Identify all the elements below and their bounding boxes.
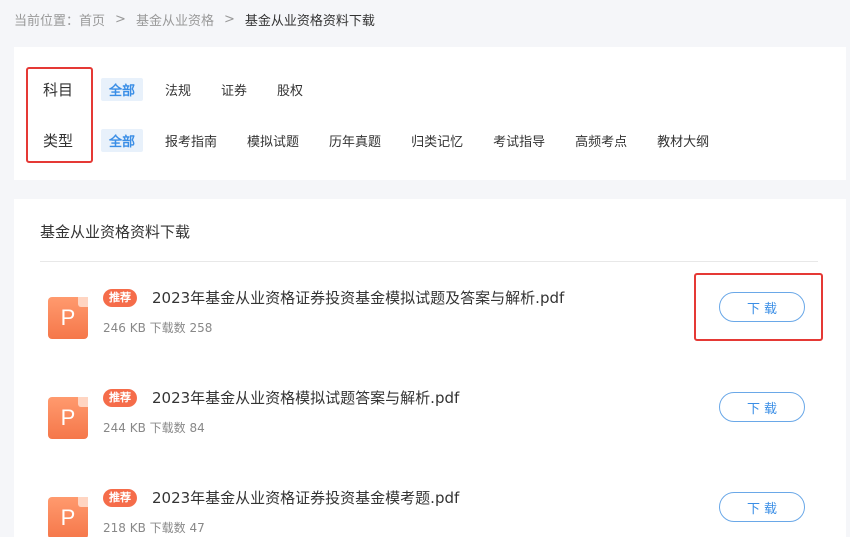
filter-option-subject-equity[interactable]: 股权 (269, 78, 311, 101)
download-button[interactable]: 下载 (719, 392, 805, 422)
filter-option-type-memory[interactable]: 归类记忆 (403, 129, 471, 152)
filter-labels-highlight-box (26, 67, 93, 163)
divider (40, 261, 818, 262)
breadcrumb-category-link[interactable]: 基金从业资格 (136, 10, 214, 29)
file-name[interactable]: 2023年基金从业资格证券投资基金模拟试题及答案与解析.pdf (152, 287, 564, 308)
filter-option-type-mock-test[interactable]: 模拟试题 (239, 129, 307, 152)
recommend-badge: 推荐 (103, 489, 137, 507)
pdf-file-icon: P (48, 497, 88, 537)
file-meta: 246 KB 下载数 258 (103, 321, 213, 335)
breadcrumb-prefix: 当前位置： (14, 13, 80, 29)
filter-option-subject-regulations[interactable]: 法规 (157, 78, 199, 101)
breadcrumb-current: 基金从业资格资料下载 (244, 13, 375, 29)
filter-option-type-syllabus[interactable]: 教材大纲 (649, 129, 717, 152)
filter-option-subject-securities[interactable]: 证券 (213, 78, 255, 101)
download-list-panel: 基金从业资格资料下载 P 推荐 2023年基金从业资格证券投资基金模拟试题及答案… (14, 199, 846, 537)
breadcrumb: 当前位置： 首页 > 基金从业资格 > 基金从业资格资料下载 (14, 10, 375, 29)
recommend-badge: 推荐 (103, 389, 137, 407)
recommend-badge: 推荐 (103, 289, 137, 307)
file-item: P 推荐 2023年基金从业资格证券投资基金模考题.pdf 218 KB 下载数… (40, 487, 818, 537)
filter-option-type-past-exams[interactable]: 历年真题 (321, 129, 389, 152)
pdf-file-icon: P (48, 397, 88, 439)
filter-option-type-key-points[interactable]: 高频考点 (567, 129, 635, 152)
download-button[interactable]: 下载 (719, 492, 805, 522)
filter-option-subject-all[interactable]: 全部 (101, 77, 144, 101)
breadcrumb-separator: > (223, 11, 235, 27)
download-button-highlight-box (694, 273, 823, 341)
breadcrumb-separator: > (115, 11, 126, 27)
file-meta: 244 KB 下载数 84 (103, 421, 205, 435)
file-item: P 推荐 2023年基金从业资格模拟试题答案与解析.pdf 244 KB 下载数… (40, 387, 818, 457)
filter-panel: 科目 全部 法规 证券 股权 类型 全部 报考指南 模拟试题 历年真题 归类记忆… (14, 47, 846, 180)
file-meta: 218 KB 下载数 47 (103, 521, 205, 535)
filter-option-type-exam-guidance[interactable]: 考试指导 (485, 129, 553, 152)
filter-options-subject: 全部 法规 证券 股权 (101, 77, 325, 101)
filter-options-type: 全部 报考指南 模拟试题 历年真题 归类记忆 考试指导 高频考点 教材大纲 (101, 128, 731, 152)
file-name[interactable]: 2023年基金从业资格模拟试题答案与解析.pdf (152, 387, 459, 408)
filter-option-type-all[interactable]: 全部 (101, 128, 144, 152)
pdf-file-icon: P (48, 297, 88, 339)
section-title: 基金从业资格资料下载 (40, 223, 191, 241)
breadcrumb-home-link[interactable]: 首页 (79, 10, 105, 29)
file-name[interactable]: 2023年基金从业资格证券投资基金模考题.pdf (152, 487, 459, 508)
filter-option-type-guide[interactable]: 报考指南 (157, 129, 225, 152)
